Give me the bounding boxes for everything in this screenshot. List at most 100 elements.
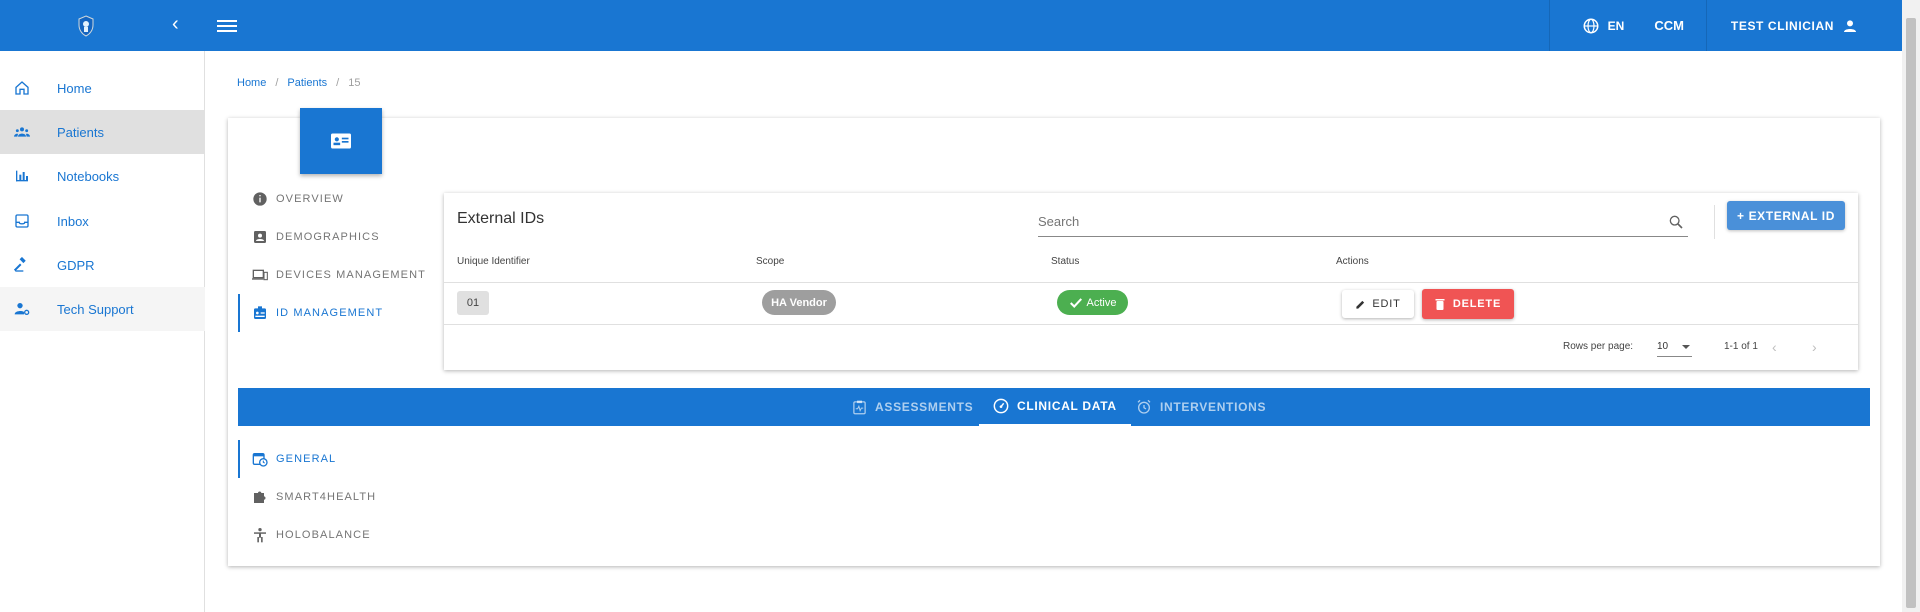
clinical-data-nav: GENERAL SMART4HEALTH HOLOBALANCE: [238, 440, 438, 554]
patient-nav-demographics[interactable]: DEMOGRAPHICS: [238, 218, 438, 256]
sidebar-item-label: GDPR: [57, 257, 95, 273]
pagination-range: 1-1 of 1: [1724, 341, 1758, 352]
column-header-scope: Scope: [756, 256, 785, 267]
delete-label: DELETE: [1452, 298, 1502, 310]
sidebar-item-label: Tech Support: [57, 301, 134, 317]
user-name: TEST CLINICIAN: [1730, 18, 1834, 33]
info-icon: [253, 192, 267, 206]
assessment-icon: [853, 400, 866, 414]
next-page-icon[interactable]: ›: [1812, 339, 1817, 355]
scope-chip: HA Vendor: [762, 290, 836, 315]
clinical-nav-label: GENERAL: [276, 453, 337, 465]
search-icon[interactable]: [1668, 214, 1684, 230]
user-menu[interactable]: TEST CLINICIAN: [1705, 0, 1902, 51]
contact-card-icon: [254, 231, 266, 243]
sidebar-item-patients[interactable]: Patients: [0, 110, 205, 154]
inbox-icon: [15, 214, 29, 228]
sidebar-item-label: Home: [57, 80, 92, 96]
clinical-nav-label: SMART4HEALTH: [276, 491, 377, 503]
external-ids-card: External IDs + EXTERNAL ID Unique Identi…: [444, 193, 1858, 370]
patient-nav-id-management[interactable]: ID MANAGEMENT: [238, 294, 438, 332]
globe-icon: [1583, 18, 1599, 33]
ccm-label[interactable]: CCM: [1646, 0, 1706, 51]
column-header-actions: Actions: [1336, 256, 1369, 267]
breadcrumb: Home / Patients/15: [237, 77, 361, 89]
breadcrumb-patients[interactable]: Patients: [287, 77, 327, 89]
rows-per-page-label: Rows per page:: [1563, 341, 1634, 352]
gavel-icon: [14, 257, 26, 272]
sidebar-item-label: Notebooks: [57, 168, 120, 184]
puzzle-icon: [254, 491, 266, 503]
delete-button[interactable]: DELETE: [1422, 289, 1514, 319]
page-scrollbar[interactable]: [1902, 0, 1920, 612]
id-badge-icon: [254, 306, 266, 319]
status-label: Active: [1086, 296, 1117, 309]
edit-button[interactable]: EDIT: [1342, 290, 1414, 318]
gauge-icon: [993, 398, 1009, 414]
sidebar-item-inbox[interactable]: Inbox: [0, 199, 205, 243]
clinical-nav-holobalance[interactable]: HOLOBALANCE: [238, 516, 438, 554]
hamburger-menu-icon[interactable]: [217, 17, 237, 35]
rows-per-page-value: 10: [1657, 341, 1669, 352]
patient-card-badge: [300, 108, 382, 174]
sidebar-item-home[interactable]: Home: [0, 66, 205, 110]
search-field: [1038, 207, 1688, 237]
row-divider: [444, 282, 1858, 283]
tab-label: INTERVENTIONS: [1160, 400, 1267, 414]
trash-icon: [1435, 299, 1445, 310]
accessibility-icon: [254, 528, 266, 543]
sidebar: Home Patients Notebooks Inbox GDPR Tech …: [0, 51, 205, 612]
breadcrumb-current: 15: [348, 77, 361, 89]
devices-icon: [252, 269, 268, 281]
patient-nav-label: OVERVIEW: [276, 193, 344, 205]
patient-nav-label: ID MANAGEMENT: [276, 307, 384, 319]
tab-interventions[interactable]: INTERVENTIONS: [1136, 388, 1266, 426]
column-header-unique-identifier: Unique Identifier: [457, 256, 530, 267]
clinical-nav-general[interactable]: GENERAL: [238, 440, 438, 478]
calendar-clock-icon: [252, 453, 268, 467]
people-icon: [14, 127, 30, 137]
chevron-left-icon[interactable]: ‹: [172, 13, 179, 36]
caret-down-icon: [1682, 345, 1690, 349]
clinical-nav-smart4health[interactable]: SMART4HEALTH: [238, 478, 438, 516]
sidebar-item-gdpr[interactable]: GDPR: [0, 243, 205, 287]
clinical-nav-label: HOLOBALANCE: [276, 529, 371, 541]
edit-label: EDIT: [1372, 298, 1401, 310]
clinical-tabs: ASSESSMENTS CLINICAL DATA INTERVENTIONS: [238, 388, 1870, 426]
language-selector[interactable]: EN: [1548, 0, 1647, 51]
external-ids-title: External IDs: [457, 210, 545, 227]
patient-nav-devices[interactable]: DEVICES MANAGEMENT: [238, 256, 438, 294]
search-input[interactable]: [1038, 207, 1658, 235]
pencil-icon: [1356, 300, 1365, 309]
column-header-status: Status: [1051, 256, 1080, 267]
sidebar-item-label: Inbox: [57, 213, 89, 229]
tab-clinical-data[interactable]: CLINICAL DATA: [979, 388, 1131, 426]
tab-assessments[interactable]: ASSESSMENTS: [852, 388, 973, 426]
patient-nav-label: DEMOGRAPHICS: [276, 231, 380, 243]
alarm-icon: [1137, 399, 1151, 414]
patient-nav-overview[interactable]: OVERVIEW: [238, 180, 438, 218]
breadcrumb-home[interactable]: Home: [237, 77, 266, 89]
bar-chart-icon: [16, 170, 28, 182]
sidebar-item-tech-support[interactable]: Tech Support: [0, 287, 205, 331]
sidebar-item-notebooks[interactable]: Notebooks: [0, 154, 205, 198]
row-divider: [444, 324, 1858, 325]
divider: [1714, 205, 1715, 239]
unique-identifier-chip: 01: [457, 291, 489, 315]
patient-nav-label: DEVICES MANAGEMENT: [276, 269, 426, 281]
patient-nav: OVERVIEW DEMOGRAPHICS DEVICES MANAGEMENT…: [238, 180, 438, 332]
sidebar-item-label: Patients: [57, 124, 104, 140]
status-badge: Active: [1057, 290, 1128, 315]
tab-label: CLINICAL DATA: [1017, 399, 1117, 413]
contact-card-icon: [331, 133, 351, 149]
top-app-bar: ‹ EN CCM TEST CLINICIAN: [0, 0, 1902, 51]
add-external-id-button[interactable]: + EXTERNAL ID: [1727, 201, 1845, 230]
rows-per-page-select[interactable]: 10: [1657, 335, 1692, 357]
home-icon: [15, 81, 29, 95]
previous-page-icon[interactable]: ‹: [1772, 339, 1777, 355]
check-icon: [1069, 297, 1082, 308]
tab-label: ASSESSMENTS: [875, 400, 974, 414]
support-user-icon: [14, 303, 30, 315]
app-logo-icon: [78, 15, 94, 37]
account-icon: [1844, 19, 1856, 32]
